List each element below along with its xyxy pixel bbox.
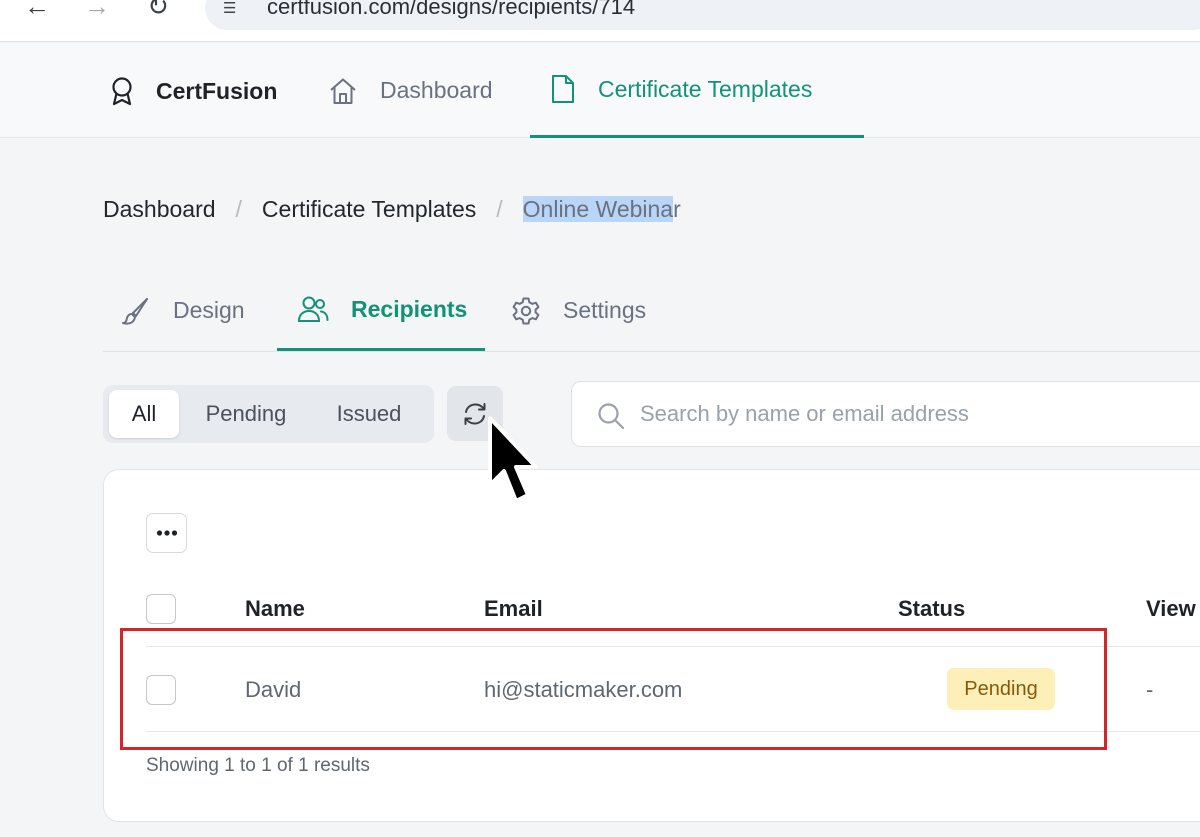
recipient-name: David: [245, 677, 302, 702]
brand-name: CertFusion: [156, 77, 278, 104]
filter-issued[interactable]: Issued: [317, 390, 421, 438]
row-divider: [146, 646, 1200, 647]
gear-icon: [512, 297, 540, 324]
breadcrumb-current-rest: r: [673, 196, 681, 222]
tab-design[interactable]: Design: [119, 270, 245, 351]
search-box[interactable]: [571, 381, 1200, 447]
status-filter: All Pending Issued: [103, 385, 434, 443]
address-url[interactable]: certfusion.com/designs/recipients/714: [267, 0, 635, 20]
column-header-name[interactable]: Name: [245, 596, 305, 622]
forward-icon[interactable]: →: [82, 0, 112, 19]
site-settings-icon[interactable]: ☰: [223, 0, 245, 18]
search-input[interactable]: [640, 394, 1200, 434]
tab-design-label: Design: [173, 297, 245, 323]
breadcrumb: Dashboard / Certificate Templates / Onli…: [103, 196, 681, 223]
column-header-status[interactable]: Status: [898, 596, 965, 622]
pagination-summary: Showing 1 to 1 of 1 results: [146, 755, 370, 776]
back-icon[interactable]: ←: [22, 0, 52, 19]
more-horizontal-icon: [156, 530, 177, 536]
breadcrumb-dashboard[interactable]: Dashboard: [103, 196, 216, 223]
breadcrumb-certificate-templates[interactable]: Certificate Templates: [262, 196, 476, 223]
breadcrumb-current: Online Webinar: [522, 196, 681, 223]
reload-icon[interactable]: ↻: [143, 0, 173, 19]
row-divider: [146, 731, 1200, 732]
users-icon: [297, 296, 329, 322]
address-bar[interactable]: ☰ certfusion.com/designs/recipients/714: [205, 0, 1200, 30]
search-icon: [598, 403, 625, 430]
tab-settings-label: Settings: [563, 297, 647, 323]
brush-icon: [122, 297, 148, 325]
recipient-tabs: Design Recipients Settings: [103, 270, 1200, 352]
brand[interactable]: CertFusion: [108, 76, 277, 106]
tab-recipients[interactable]: Recipients: [277, 270, 485, 351]
breadcrumb-separator: /: [235, 196, 242, 222]
award-icon: [112, 77, 132, 106]
selected-text: Online Webina: [522, 196, 674, 222]
status-badge: Pending: [947, 668, 1055, 710]
nav-dashboard-label: Dashboard: [380, 77, 493, 103]
nav-certificate-templates[interactable]: Certificate Templates: [530, 43, 864, 138]
column-header-email[interactable]: Email: [484, 596, 543, 622]
browser-chrome: ← → ↻ ☰ certfusion.com/designs/recipient…: [0, 0, 1200, 42]
bulk-actions-button[interactable]: [146, 513, 187, 553]
file-icon: [552, 75, 574, 103]
recipient-email: hi@staticmaker.com: [484, 677, 683, 702]
tab-settings[interactable]: Settings: [511, 270, 646, 351]
select-all-checkbox[interactable]: [146, 594, 176, 624]
nav-certificate-templates-label: Certificate Templates: [598, 75, 813, 102]
filter-pending[interactable]: Pending: [191, 390, 301, 438]
recipient-view: -: [1146, 677, 1154, 702]
filter-all[interactable]: All: [109, 390, 179, 438]
refresh-icon: [464, 402, 486, 425]
column-header-view[interactable]: View: [1146, 596, 1196, 622]
home-icon: [330, 78, 356, 104]
breadcrumb-separator: /: [496, 196, 503, 222]
row-checkbox[interactable]: [146, 675, 176, 705]
recipients-card: Name Email Status View David hi@staticma…: [103, 469, 1200, 822]
mouse-cursor-icon: [488, 416, 538, 503]
tab-recipients-label: Recipients: [351, 295, 468, 322]
app-header: CertFusion Dashboard Certificate Templat…: [0, 43, 1200, 138]
nav-dashboard[interactable]: Dashboard: [328, 43, 493, 138]
